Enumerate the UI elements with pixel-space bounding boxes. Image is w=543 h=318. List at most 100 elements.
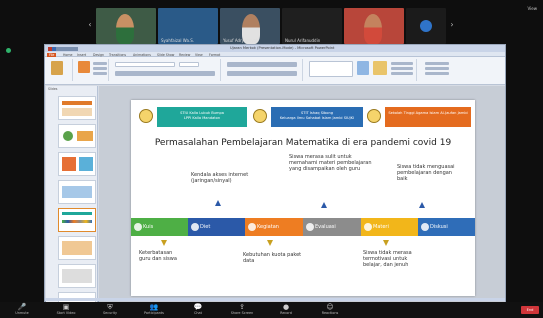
toolbar-label: Unmute [15, 311, 29, 315]
problem-label-bottom: Siswa tidak merasa termotivasi untuk bel… [363, 250, 412, 268]
participants-button[interactable]: 👥 Participants [142, 303, 166, 317]
status-bar [45, 298, 505, 301]
avatar [420, 20, 432, 32]
security-icon: ⛨ [107, 303, 113, 311]
tab-format[interactable]: Format [209, 53, 220, 57]
timeline-segment: Evaluasi [303, 218, 361, 236]
meeting-toolbar: End 🎤 Unmute ▣ Start Video ⛨ Security 👥 Partici… [0, 302, 543, 318]
powerpoint-window: Ujaran Merkok (Presentation-Mode) - Micr… [44, 44, 506, 302]
font-group [111, 59, 221, 81]
end-meeting-button[interactable]: End [521, 306, 539, 314]
security-button[interactable]: ⛨ Security [98, 303, 122, 317]
paste-icon[interactable] [51, 61, 63, 75]
zoom-meeting-window: ‹ Syahfaizal Wa.S. Yusuf Adryansyah Nuru… [0, 0, 543, 318]
toolbar-label: Start Video [56, 311, 76, 315]
find-icon[interactable] [425, 62, 449, 65]
list-buttons[interactable] [227, 62, 297, 67]
banner-center: STIT Ishaq Sibong Keluarga Ilmu Sahabat … [271, 107, 363, 127]
shape-outline-icon[interactable] [391, 67, 413, 70]
participant-tile[interactable]: Yusuf Adryansyah [220, 8, 280, 44]
toolbar-label: Share Screen [230, 311, 254, 315]
editing-group [419, 59, 503, 81]
timeline-segment: Diskusi [418, 218, 475, 236]
timeline-segment: Materi [361, 218, 418, 236]
font-name-select[interactable] [115, 62, 175, 67]
participant-tile-avatar[interactable] [406, 8, 446, 44]
participant-tile[interactable] [344, 8, 404, 44]
problem-label-top: Siswa merasa sulit untuk memahami materi… [289, 154, 372, 172]
slide-thumbnail[interactable] [58, 264, 96, 288]
tab-insert[interactable]: Insert [77, 53, 86, 57]
participant-name: Nurul Arifanuddin [285, 38, 321, 43]
logo-left [139, 109, 153, 123]
tab-design[interactable]: Design [93, 53, 104, 57]
participant-tile[interactable] [96, 8, 156, 44]
tab-review[interactable]: Review [179, 53, 190, 57]
powerpoint-titlebar: Ujaran Merkok (Presentation-Mode) - Micr… [45, 45, 505, 52]
tab-file[interactable]: File [47, 52, 57, 57]
clipboard-group [47, 59, 73, 81]
share-button[interactable]: ⇪ Share Screen [230, 303, 254, 317]
slide-thumbnail[interactable] [58, 236, 96, 260]
reset-icon[interactable] [93, 67, 107, 70]
slides-group [75, 59, 109, 81]
record-button[interactable]: ● Record [274, 303, 298, 317]
tab-slide-show[interactable]: Slide Show [157, 53, 174, 57]
current-slide[interactable]: STIU Kalla Lubuk Bumpa LPPI Kalla Mandat… [131, 100, 475, 296]
replace-icon[interactable] [425, 67, 449, 70]
toolbar-label: Security [103, 311, 117, 315]
font-size-select[interactable] [179, 62, 199, 67]
tab-view[interactable]: View [195, 53, 203, 57]
view-button[interactable]: View [528, 6, 538, 11]
shape-fill-icon[interactable] [391, 62, 413, 65]
font-format-buttons[interactable] [115, 71, 215, 76]
quick-access-toolbar[interactable] [48, 46, 78, 51]
tab-animations[interactable]: Animations [133, 53, 151, 57]
slide-thumbnail-selected[interactable] [58, 208, 96, 232]
logo-center [253, 109, 267, 123]
timeline-segment: Kuis [131, 218, 188, 236]
problem-label-top: Siswa tidak menguasai pembelajaran denga… [397, 164, 455, 182]
participant-tile[interactable]: Syahfaizal Wa.S. [158, 8, 218, 44]
participant-tile[interactable]: Nurul Arifanuddin [282, 8, 342, 44]
shapes-gallery[interactable] [309, 61, 353, 77]
video-button[interactable]: ▣ Start Video [54, 303, 78, 317]
toolbar-label: Record [280, 311, 292, 315]
drawing-group [305, 59, 417, 81]
slide-thumbnail[interactable] [58, 96, 96, 120]
banner-left: STIU Kalla Lubuk Bumpa LPPI Kalla Mandat… [157, 107, 247, 127]
logo-right [367, 109, 381, 123]
participant-figure [116, 14, 134, 44]
reactions-button[interactable]: ☺ Reactions [318, 303, 342, 317]
share-icon: ⇪ [239, 303, 245, 311]
slide-thumbnail[interactable] [58, 124, 96, 148]
toolbar-label: Chat [194, 311, 202, 315]
paragraph-group [223, 59, 303, 81]
window-title: Ujaran Merkok (Presentation-Mode) - Micr… [230, 46, 335, 50]
align-buttons[interactable] [227, 71, 297, 76]
new-slide-icon[interactable] [78, 61, 90, 73]
quick-styles-icon[interactable] [373, 61, 387, 75]
toolbar-label: Participants [144, 311, 164, 315]
slide-thumbnail[interactable] [58, 180, 96, 204]
arrange-icon[interactable] [357, 61, 369, 75]
chat-button[interactable]: 💬 Chat [186, 303, 210, 317]
reactions-icon: ☺ [326, 303, 334, 311]
layout-icon[interactable] [93, 62, 107, 65]
record-icon: ● [282, 303, 290, 311]
shape-effects-icon[interactable] [391, 72, 413, 75]
participant-name: Syahfaizal Wa.S. [161, 38, 195, 43]
strip-prev-icon[interactable]: ‹ [86, 20, 94, 30]
microphone-button[interactable]: 🎤 Unmute [10, 303, 34, 317]
up-arrow-icon [419, 202, 425, 208]
select-icon[interactable] [425, 72, 449, 75]
section-icon[interactable] [93, 72, 107, 75]
strip-next-icon[interactable]: › [448, 20, 456, 30]
down-arrow-icon [383, 240, 389, 246]
tab-transitions[interactable]: Transitions [109, 53, 126, 57]
slide-thumbnail[interactable] [58, 152, 96, 176]
problem-label-bottom: Kebutuhan kuota paket data [243, 252, 302, 264]
tab-home[interactable]: Home [63, 53, 72, 57]
slide-canvas: STIU Kalla Lubuk Bumpa LPPI Kalla Mandat… [99, 86, 505, 302]
down-arrow-icon [267, 240, 273, 246]
